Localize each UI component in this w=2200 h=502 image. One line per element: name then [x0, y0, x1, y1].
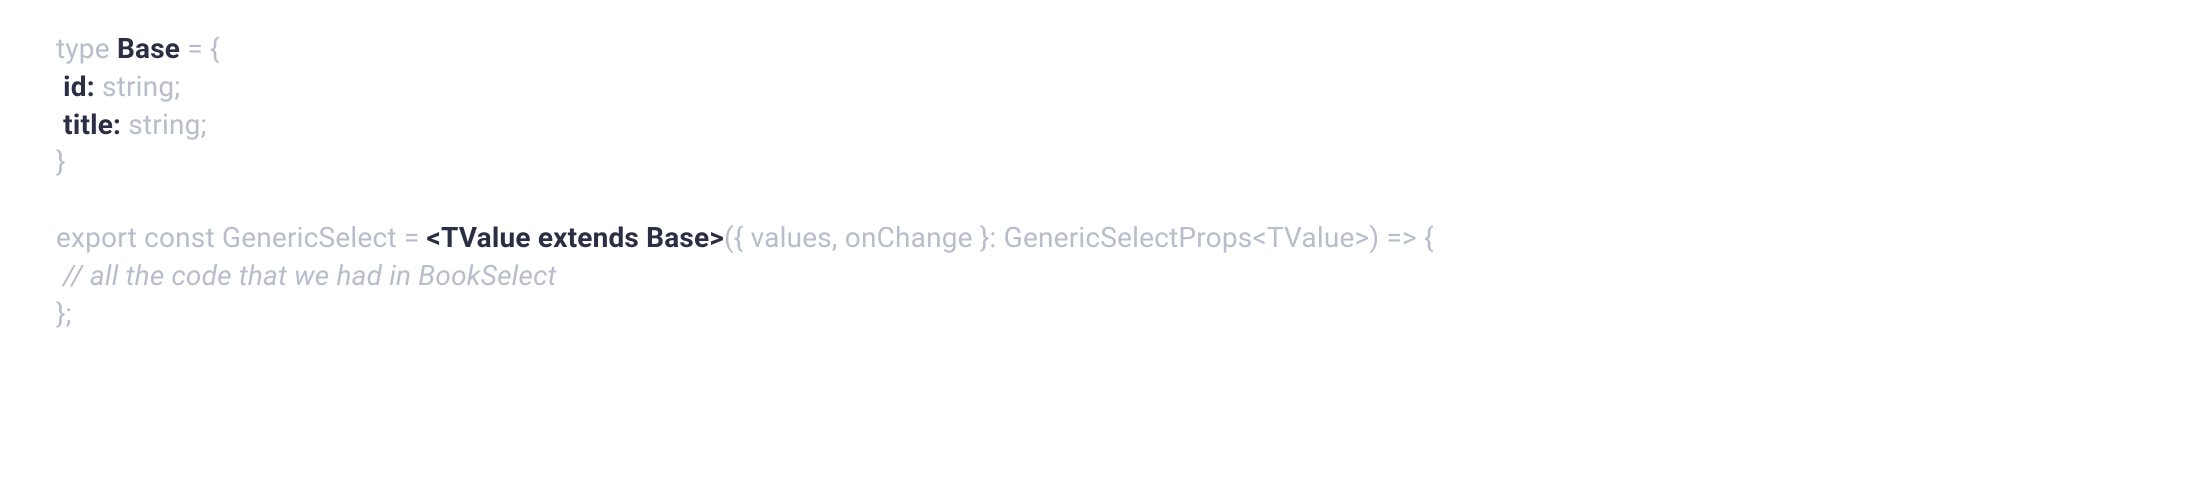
- prop-id-type: string;: [95, 70, 181, 103]
- fn-close: };: [56, 297, 72, 330]
- blank-line: [56, 181, 2144, 219]
- brace-close: }: [56, 145, 66, 178]
- prop-id: id:: [63, 70, 95, 103]
- comment: // all the code that we had in BookSelec…: [56, 259, 557, 292]
- generic-open: <TValue: [427, 221, 538, 254]
- code-block-2: export const GenericSelect = <TValue ext…: [56, 219, 2144, 332]
- prop-title: title:: [63, 108, 121, 141]
- fn-signature: ({ values, onChange }: GenericSelectProp…: [724, 221, 1434, 254]
- export-decl: export const GenericSelect =: [56, 221, 427, 254]
- prop-title-type: string;: [121, 108, 207, 141]
- type-name-base: Base: [117, 32, 180, 65]
- keyword-type: type: [56, 32, 117, 65]
- code-block: type Base = { id: string; title: string;…: [56, 30, 2144, 181]
- generic-close: >: [709, 221, 724, 254]
- brace-open: = {: [180, 32, 220, 65]
- extends-base: extends Base: [538, 221, 710, 254]
